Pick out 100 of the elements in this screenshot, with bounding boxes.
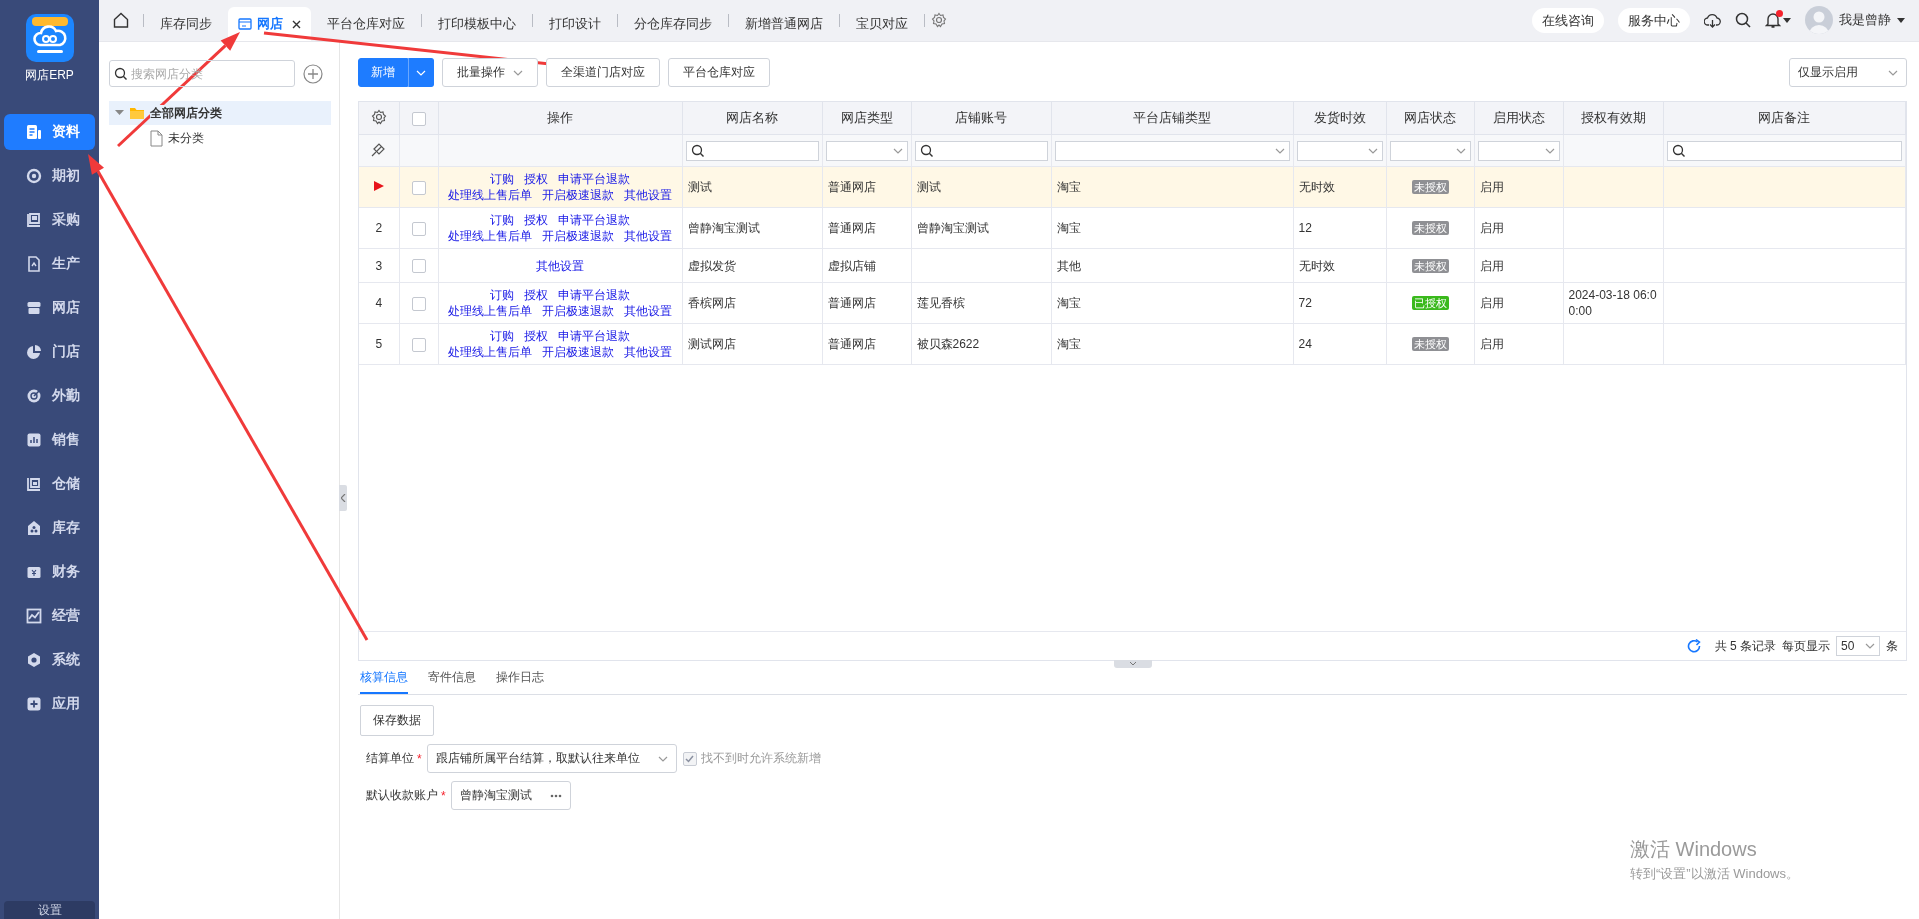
header-link[interactable]: 在线咨询 <box>1532 7 1604 33</box>
action-link[interactable]: 申请平台退款 <box>558 287 630 303</box>
sidebar-item[interactable]: 财务 <box>4 554 95 590</box>
tab[interactable]: 网店 <box>228 7 311 41</box>
primary-button[interactable]: 新增 <box>358 58 408 87</box>
cloud-download-icon[interactable] <box>1704 12 1721 28</box>
column-header[interactable]: 网店状态 <box>1386 102 1474 135</box>
sidebar-item[interactable]: 销售 <box>4 422 95 458</box>
filter-select[interactable] <box>1054 140 1290 161</box>
page-size-select[interactable]: 50 <box>1836 636 1880 656</box>
filter-select[interactable] <box>825 140 908 161</box>
filter-select[interactable] <box>1389 140 1471 161</box>
view-filter-select[interactable]: 仅显示启用 <box>1789 58 1907 87</box>
sidebar-item[interactable]: 外勤 <box>4 378 95 414</box>
sidebar-item[interactable]: 应用 <box>4 686 95 722</box>
refresh-icon[interactable] <box>1686 639 1701 653</box>
tree-node[interactable]: 全部网店分类 <box>109 101 331 125</box>
sidebar-item[interactable]: 门店 <box>4 334 95 370</box>
filter-field[interactable] <box>685 140 819 161</box>
action-link[interactable]: 其他设置 <box>624 303 672 319</box>
action-link[interactable]: 订购 <box>490 287 514 303</box>
action-link[interactable]: 开启极速退款 <box>542 303 614 319</box>
sidebar-item[interactable]: 设置 <box>4 901 95 919</box>
action-link[interactable]: 授权 <box>524 328 548 344</box>
action-link[interactable]: 订购 <box>490 212 514 228</box>
action-link[interactable]: 授权 <box>524 171 548 187</box>
tab[interactable]: 打印设计 <box>533 7 617 41</box>
tab[interactable]: 寄件信息 <box>428 669 476 694</box>
tree-node[interactable]: 未分类 <box>109 125 331 151</box>
sidebar-item[interactable]: 采购 <box>4 202 95 238</box>
tab[interactable]: 宝贝对应 <box>840 7 924 41</box>
column-header[interactable]: 网店名称 <box>682 102 822 135</box>
column-header[interactable]: 启用状态 <box>1474 102 1563 135</box>
ellipsis-icon[interactable] <box>549 793 562 798</box>
checkbox[interactable] <box>411 259 426 274</box>
action-link[interactable]: 其他设置 <box>624 344 672 360</box>
action-link[interactable]: 订购 <box>490 328 514 344</box>
action-link[interactable]: 申请平台退款 <box>558 328 630 344</box>
home-icon[interactable] <box>113 12 129 28</box>
checkbox[interactable] <box>411 337 426 352</box>
checkbox[interactable] <box>411 221 426 236</box>
column-header[interactable]: 平台店铺类型 <box>1051 102 1293 135</box>
action-link[interactable]: 申请平台退款 <box>558 212 630 228</box>
column-header[interactable]: 网店类型 <box>822 102 911 135</box>
select-field[interactable]: 跟店铺所属平台结算，取默认往来单位 <box>426 744 677 773</box>
add-icon[interactable] <box>303 63 323 84</box>
settings-icon[interactable] <box>370 108 387 125</box>
action-link[interactable]: 订购 <box>490 171 514 187</box>
column-header[interactable]: 店铺账号 <box>911 102 1051 135</box>
action-link[interactable]: 授权 <box>524 212 548 228</box>
column-header[interactable]: 授权有效期 <box>1563 102 1663 135</box>
action-link[interactable]: 开启极速退款 <box>542 228 614 244</box>
checkbox[interactable] <box>411 296 426 311</box>
avatar[interactable] <box>1805 6 1833 34</box>
column-header[interactable]: 操作 <box>438 102 682 135</box>
tab[interactable]: 操作日志 <box>496 669 544 694</box>
checkbox[interactable] <box>411 180 426 195</box>
tab[interactable]: 平台仓库对应 <box>311 7 421 41</box>
filter-select[interactable] <box>1296 140 1383 161</box>
action-link[interactable]: 其他设置 <box>624 228 672 244</box>
settings-icon[interactable] <box>931 12 947 28</box>
sidebar-item[interactable]: 网店 <box>4 290 95 326</box>
checkbox[interactable] <box>411 111 426 126</box>
collapse-handle[interactable] <box>1113 660 1152 668</box>
sidebar-item[interactable]: 资料 <box>4 114 95 150</box>
close-icon[interactable] <box>292 19 301 29</box>
dropdown-button[interactable]: 批量操作 <box>442 58 538 87</box>
action-link[interactable]: 申请平台退款 <box>558 171 630 187</box>
bell-icon[interactable] <box>1765 12 1781 28</box>
action-link[interactable]: 授权 <box>524 287 548 303</box>
sidebar-item[interactable]: 生产 <box>4 246 95 282</box>
sidebar-item[interactable]: 仓储 <box>4 466 95 502</box>
action-link[interactable]: 开启极速退款 <box>542 187 614 203</box>
filter-select[interactable] <box>1477 140 1560 161</box>
filter-field[interactable] <box>914 140 1048 161</box>
action-link[interactable]: 其他设置 <box>624 187 672 203</box>
tab[interactable]: 打印模板中心 <box>422 7 532 41</box>
action-link[interactable]: 处理线上售后单 <box>448 303 532 319</box>
dropdown-toggle-button[interactable] <box>408 58 434 87</box>
save-button[interactable]: 保存数据 <box>360 705 434 736</box>
toolbar-button[interactable]: 全渠道门店对应 <box>546 58 660 87</box>
tab[interactable]: 分仓库存同步 <box>618 7 728 41</box>
tab[interactable]: 核算信息 <box>360 669 408 694</box>
action-link[interactable]: 处理线上售后单 <box>448 344 532 360</box>
header-link[interactable]: 服务中心 <box>1618 7 1690 33</box>
action-link[interactable]: 开启极速退款 <box>542 344 614 360</box>
action-link[interactable]: 处理线上售后单 <box>448 187 532 203</box>
action-link[interactable]: 其他设置 <box>536 257 584 274</box>
sidebar-item[interactable]: 系统 <box>4 642 95 678</box>
sidebar-item[interactable]: 经营 <box>4 598 95 634</box>
tab[interactable]: 库存同步 <box>144 7 228 41</box>
column-header[interactable]: 网店备注 <box>1663 102 1906 135</box>
sidebar-item[interactable]: 期初 <box>4 158 95 194</box>
sidebar-item[interactable]: 库存 <box>4 510 95 546</box>
toolbar-button[interactable]: 平台仓库对应 <box>668 58 770 87</box>
tab[interactable]: 新增普通网店 <box>729 7 839 41</box>
search-icon[interactable] <box>1735 12 1751 28</box>
column-header[interactable]: 发货时效 <box>1293 102 1386 135</box>
filter-field[interactable] <box>1666 140 1902 161</box>
collapse-handle[interactable] <box>339 485 347 511</box>
